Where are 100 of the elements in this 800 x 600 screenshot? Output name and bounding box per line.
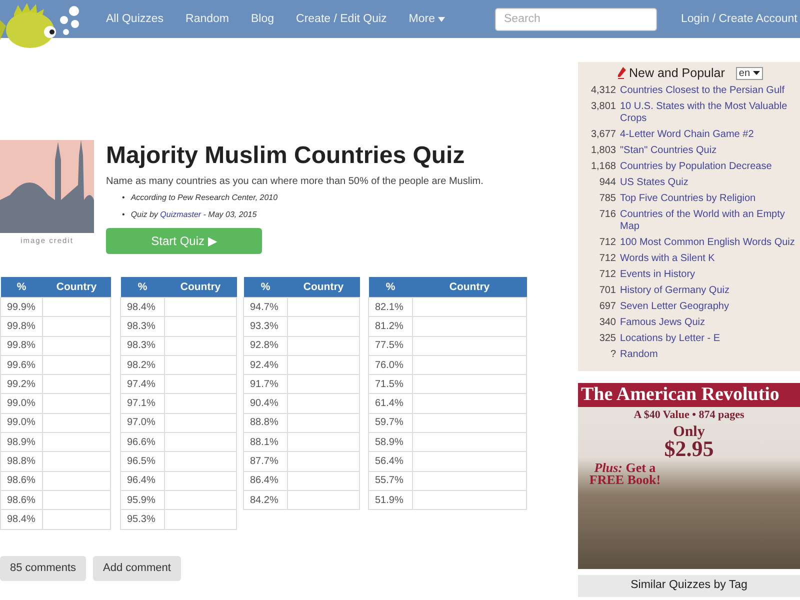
answer-cell: [42, 355, 110, 375]
percent-cell: 96.5%: [120, 452, 164, 472]
bullet: •: [122, 210, 125, 220]
quiz-link[interactable]: US States Quiz: [620, 177, 688, 189]
percent-cell: 99.8%: [0, 316, 42, 336]
quiz-link[interactable]: Countries Closest to the Persian Gulf: [620, 85, 785, 97]
column-header: %: [120, 277, 164, 298]
answer-cell: [288, 355, 360, 375]
quiz-link[interactable]: "Stan" Countries Quiz: [620, 145, 717, 157]
quiz-link[interactable]: Random: [620, 349, 658, 361]
percent-cell: 94.7%: [244, 298, 288, 317]
column-header: Country: [412, 277, 526, 298]
play-count: 325: [598, 333, 616, 345]
answer-cell: [164, 413, 236, 433]
answer-cell: [42, 336, 110, 356]
answer-cell: [164, 316, 236, 336]
play-count: 716: [598, 209, 616, 222]
percent-cell: 96.4%: [120, 471, 164, 490]
quiz-link[interactable]: Countries by Population Decrease: [620, 161, 772, 173]
percent-cell: 95.9%: [120, 490, 164, 510]
percent-cell: 99.6%: [0, 355, 42, 375]
play-count: 712: [598, 269, 616, 281]
quiz-link[interactable]: 10 U.S. States with the Most Valuable Crops: [620, 101, 797, 125]
quiz-link[interactable]: Words with a Silent K: [620, 253, 715, 265]
ad-offer: Plus: Get a FREE Book!: [588, 462, 662, 486]
answer-cell: [164, 452, 236, 472]
answer-cell: [288, 394, 360, 414]
ad-headline: The American Revolutio: [578, 383, 800, 407]
percent-cell: 58.9%: [368, 432, 412, 452]
column-header: Country: [164, 277, 236, 298]
quiz-byline: Quiz by Quizmaster - May 03, 2015: [130, 210, 257, 220]
search-field[interactable]: Search: [495, 8, 657, 30]
percent-cell: 98.2%: [120, 355, 164, 375]
percent-cell: 99.8%: [0, 336, 42, 356]
answer-cell: [42, 298, 110, 317]
percent-cell: 82.1%: [368, 298, 412, 317]
answer-cell: [42, 413, 110, 433]
play-count: ?: [609, 349, 616, 361]
play-count: 712: [598, 237, 616, 249]
percent-cell: 88.8%: [244, 413, 288, 433]
ad-subline: A $40 Value • 874 pages: [632, 409, 746, 421]
percent-cell: 99.0%: [0, 413, 42, 433]
comment-button[interactable]: Add comment: [93, 556, 181, 581]
percent-cell: 93.3%: [244, 316, 288, 336]
percent-cell: 77.5%: [368, 336, 412, 356]
percent-cell: 61.4%: [368, 394, 412, 414]
comment-button[interactable]: 85 comments: [0, 556, 86, 581]
author-link[interactable]: Quizmaster: [160, 210, 202, 219]
percent-cell: 76.0%: [368, 355, 412, 375]
quiz-link[interactable]: Events in History: [620, 269, 696, 281]
percent-cell: 87.7%: [244, 452, 288, 472]
play-count: 1,803: [590, 145, 616, 157]
percent-cell: 97.4%: [120, 374, 164, 394]
percent-cell: 99.0%: [0, 394, 42, 414]
percent-cell: 98.4%: [120, 298, 164, 317]
quiz-link[interactable]: Seven Letter Geography: [620, 301, 729, 313]
play-count: 4,312: [590, 85, 616, 97]
quiz-link[interactable]: Famous Jews Quiz: [620, 317, 706, 329]
quiz-link[interactable]: Countries of the World with an Empty Map: [620, 209, 797, 233]
answer-cell: [288, 490, 360, 510]
quiz-link[interactable]: 4-Letter Word Chain Game #2: [620, 129, 754, 141]
quiz-link[interactable]: Locations by Letter - E: [620, 333, 720, 345]
percent-cell: 55.7%: [368, 471, 412, 490]
percent-cell: 98.9%: [0, 432, 42, 452]
answer-cell: [164, 336, 236, 356]
percent-cell: 98.3%: [120, 316, 164, 336]
play-count: 697: [598, 301, 616, 313]
percent-cell: 97.1%: [120, 394, 164, 414]
answer-cell: [288, 316, 360, 336]
quiz-title: Majority Muslim Countries Quiz: [106, 142, 466, 170]
quiz-link[interactable]: Top Five Countries by Religion: [620, 193, 756, 205]
percent-cell: 86.4%: [244, 471, 288, 490]
percent-cell: 99.9%: [0, 298, 42, 317]
column-header: Country: [42, 277, 110, 298]
language-select[interactable]: en: [736, 66, 764, 80]
column-header: %: [0, 277, 42, 298]
percent-cell: 71.5%: [368, 374, 412, 394]
column-header: Country: [288, 277, 360, 298]
percent-cell: 98.6%: [0, 490, 42, 510]
quiz-link[interactable]: 100 Most Common English Words Quiz: [620, 237, 795, 249]
quiz-link[interactable]: History of Germany Quiz: [620, 285, 730, 297]
answer-cell: [42, 374, 110, 394]
percent-cell: 84.2%: [244, 490, 288, 510]
answer-cell: [42, 316, 110, 336]
similar-quizzes-heading: Similar Quizzes by Tag: [578, 575, 800, 597]
pen-icon: [618, 67, 626, 79]
percent-cell: 59.7%: [368, 413, 412, 433]
play-count: 1,168: [590, 161, 616, 173]
answer-cell: [164, 298, 236, 317]
sidebar-title: New and Popular: [628, 66, 725, 80]
answer-cell: [288, 336, 360, 356]
quiz-description: Name as many countries as you can where more than 50% of the people are Muslim.: [106, 176, 484, 187]
percent-cell: 91.7%: [244, 374, 288, 394]
caret-icon: [753, 71, 760, 75]
bullet: •: [122, 193, 125, 203]
percent-cell: 88.1%: [244, 432, 288, 452]
answer-cell: [164, 510, 236, 530]
play-count: 701: [598, 285, 616, 297]
ad-banner[interactable]: The American Revolutio A $40 Value • 874 pages Only $2.95 Plus: Get a FREE Book!: [578, 383, 800, 569]
answer-cell: [288, 471, 360, 490]
